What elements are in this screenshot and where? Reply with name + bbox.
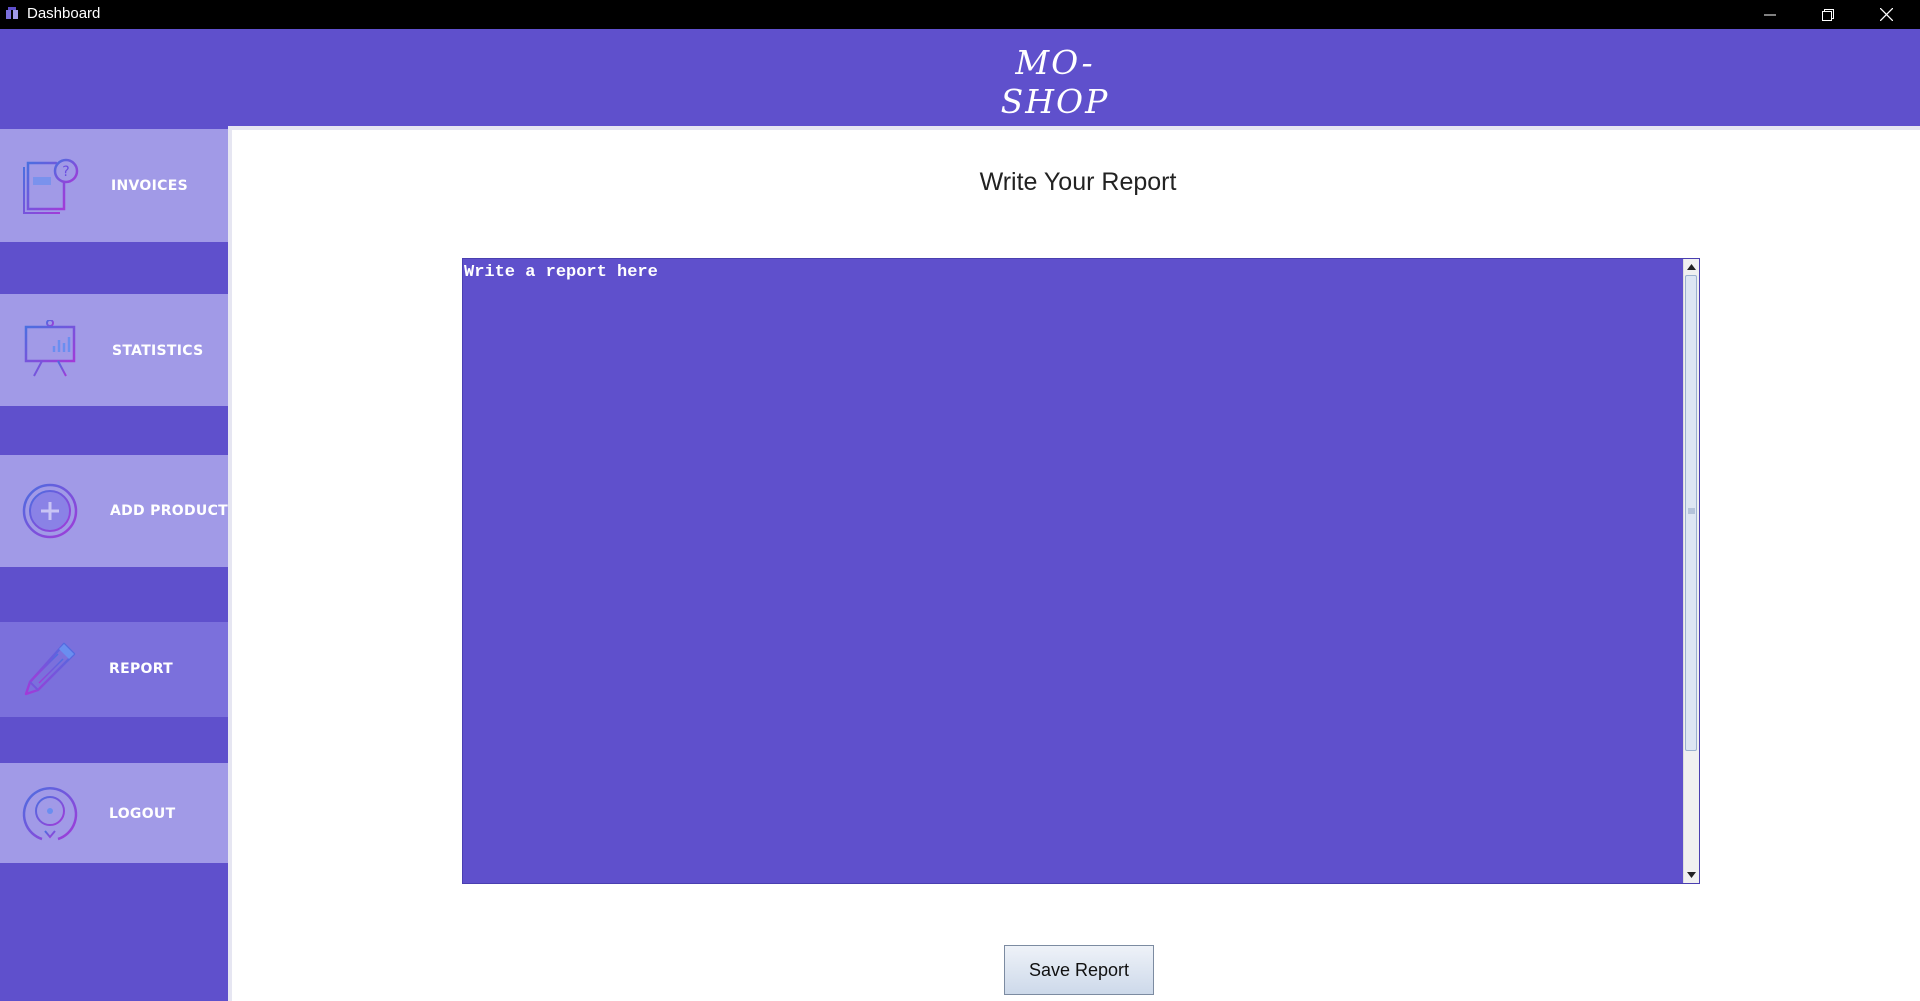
arrow-up-icon <box>1687 264 1696 270</box>
logout-icon <box>22 787 78 841</box>
sidebar-item-statistics[interactable]: STATISTICS <box>0 294 228 406</box>
plus-circle-icon <box>22 483 78 539</box>
report-textarea[interactable] <box>463 259 1683 883</box>
scroll-up-button[interactable] <box>1684 259 1699 275</box>
window-titlebar: Dashboard <box>0 0 1920 29</box>
scroll-thumb[interactable] <box>1685 275 1697 751</box>
pencil-icon <box>24 642 76 696</box>
sidebar-item-label: ADD PRODUCT <box>110 503 229 519</box>
close-icon <box>1879 8 1893 21</box>
sidebar-item-logout[interactable]: LOGOUT <box>0 763 228 863</box>
sidebar-item-report[interactable]: REPORT <box>0 622 228 717</box>
app-icon <box>6 7 18 19</box>
sidebar-item-add-product[interactable]: ADD PRODUCT <box>0 455 228 567</box>
report-editor <box>462 258 1700 884</box>
page-title: Write Your Report <box>979 168 1177 196</box>
vertical-scrollbar[interactable] <box>1683 259 1699 883</box>
save-report-button[interactable]: Save Report <box>1004 945 1154 995</box>
report-panel: Write Your Report Save Report <box>228 126 1920 1001</box>
sidebar-item-label: STATISTICS <box>112 343 204 359</box>
scroll-down-button[interactable] <box>1684 867 1699 883</box>
restore-icon <box>1822 8 1834 21</box>
svg-text:?: ? <box>62 164 69 180</box>
app-header: MO-SHOP <box>0 29 1920 126</box>
invoice-icon: ? <box>23 158 79 214</box>
presentation-chart-icon <box>24 320 76 377</box>
brand-logo-text: MO-SHOP <box>1000 43 1110 121</box>
close-button[interactable] <box>1857 0 1915 29</box>
restore-button[interactable] <box>1799 0 1857 29</box>
sidebar-item-label: REPORT <box>109 661 174 677</box>
grip-icon <box>1688 508 1695 514</box>
sidebar-item-invoices[interactable]: ? INVOICES <box>0 129 228 242</box>
sidebar: ? INVOICES STATISTICS ADD PRODUCT REPORT… <box>0 126 228 1001</box>
sidebar-item-label: LOGOUT <box>109 806 176 822</box>
minimize-icon <box>1764 14 1776 15</box>
sidebar-item-label: INVOICES <box>111 178 188 194</box>
arrow-down-icon <box>1687 872 1696 878</box>
minimize-button[interactable] <box>1741 0 1799 29</box>
window-title: Dashboard <box>27 5 101 22</box>
